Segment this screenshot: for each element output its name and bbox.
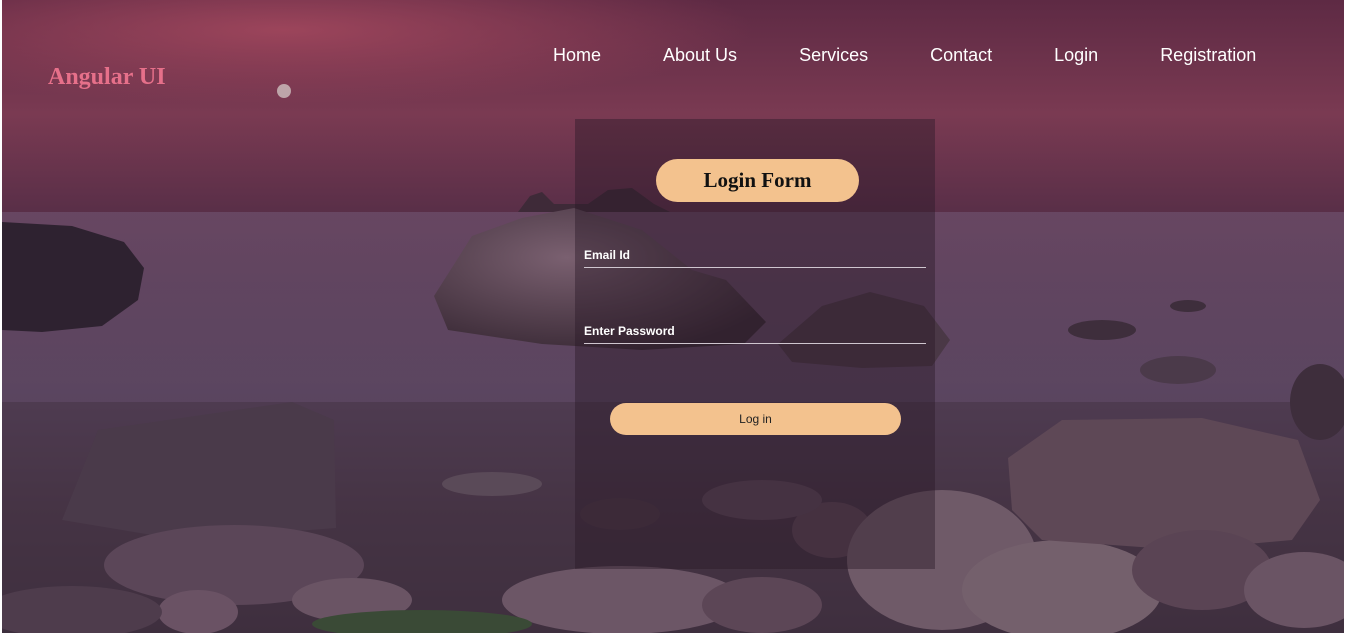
password-input[interactable] (584, 319, 926, 344)
nav-registration-link[interactable]: Registration (1129, 44, 1287, 66)
main-nav: Home About Us Services Contact Login Reg… (522, 44, 1287, 66)
login-form-panel: Login Form Log in (575, 119, 935, 569)
login-button[interactable]: Log in (610, 403, 901, 435)
nav-about-link[interactable]: About Us (632, 44, 768, 66)
page-background: Angular UI Home About Us Services Contac… (2, 0, 1344, 633)
email-input[interactable] (584, 243, 926, 268)
nav-contact-link[interactable]: Contact (899, 44, 1023, 66)
brand-logo[interactable]: Angular UI (48, 64, 166, 91)
nav-login-link[interactable]: Login (1023, 44, 1129, 66)
login-form-title: Login Form (656, 159, 859, 202)
nav-services-link[interactable]: Services (768, 44, 899, 66)
window-edge (1344, 0, 1348, 637)
nav-home-link[interactable]: Home (522, 44, 632, 66)
